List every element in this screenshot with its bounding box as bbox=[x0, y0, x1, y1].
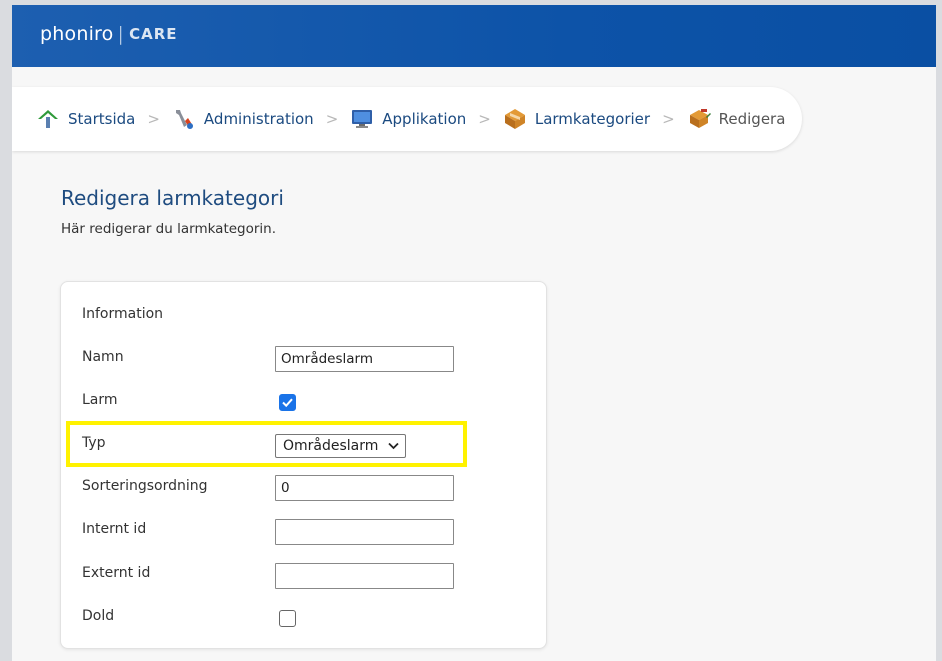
monitor-icon bbox=[352, 110, 373, 128]
breadcrumb-label: Redigera bbox=[718, 110, 786, 128]
tools-icon bbox=[175, 110, 193, 129]
breadcrumb-startsida[interactable]: Startsida bbox=[36, 107, 135, 131]
category-icon bbox=[504, 109, 525, 129]
name-input[interactable] bbox=[275, 346, 454, 372]
page-subtitle: Här redigerar du larmkategorin. bbox=[61, 221, 277, 237]
external-id-input[interactable] bbox=[275, 563, 454, 589]
top-header-bar: phoniro | CARE bbox=[12, 5, 936, 67]
breadcrumb-applikation[interactable]: Applikation bbox=[350, 107, 466, 131]
type-label: Typ bbox=[82, 435, 106, 451]
logo-name: phoniro bbox=[40, 23, 114, 45]
breadcrumb-label: Administration bbox=[203, 110, 314, 128]
breadcrumb-larmkategorier[interactable]: Larmkategorier bbox=[503, 107, 650, 131]
type-select[interactable]: Områdeslarm bbox=[275, 434, 406, 458]
breadcrumb-separator: > bbox=[147, 110, 160, 128]
alarm-checkbox[interactable] bbox=[279, 394, 296, 411]
hidden-label: Dold bbox=[82, 608, 115, 624]
type-select-value: Områdeslarm bbox=[283, 438, 379, 454]
breadcrumb: Startsida > Administration > Applikation… bbox=[12, 87, 802, 151]
type-row-highlight bbox=[66, 421, 467, 467]
breadcrumb-separator: > bbox=[478, 110, 491, 128]
breadcrumb-redigera: Redigera bbox=[687, 107, 786, 131]
breadcrumb-separator: > bbox=[325, 110, 339, 128]
edit-category-icon bbox=[689, 109, 711, 128]
internal-id-input[interactable] bbox=[275, 519, 454, 545]
breadcrumb-label: Applikation bbox=[382, 110, 467, 128]
house-icon bbox=[38, 110, 58, 128]
section-title: Information bbox=[82, 306, 164, 322]
breadcrumb-separator: > bbox=[662, 110, 675, 128]
app-window: phoniro | CARE Startsida > Administratio… bbox=[12, 5, 936, 661]
page-title: Redigera larmkategori bbox=[61, 186, 284, 210]
alarm-label: Larm bbox=[82, 392, 118, 408]
internal-id-label: Internt id bbox=[82, 521, 147, 537]
breadcrumb-label: Larmkategorier bbox=[534, 110, 651, 128]
information-card: Information Namn Larm Typ Områdeslarm So… bbox=[60, 281, 547, 649]
external-id-label: Externt id bbox=[82, 565, 151, 581]
chevron-down-icon bbox=[388, 442, 399, 450]
phoniro-care-logo[interactable]: phoniro | CARE bbox=[40, 23, 178, 45]
logo-suffix: CARE bbox=[129, 25, 178, 43]
sort-order-input[interactable] bbox=[275, 475, 454, 501]
breadcrumb-label: Startsida bbox=[68, 110, 136, 128]
hidden-checkbox[interactable] bbox=[279, 610, 296, 627]
breadcrumb-administration[interactable]: Administration bbox=[172, 107, 314, 131]
name-label: Namn bbox=[82, 349, 124, 365]
checkmark-icon bbox=[282, 398, 293, 408]
logo-separator: | bbox=[117, 23, 125, 45]
sort-order-label: Sorteringsordning bbox=[82, 478, 208, 494]
